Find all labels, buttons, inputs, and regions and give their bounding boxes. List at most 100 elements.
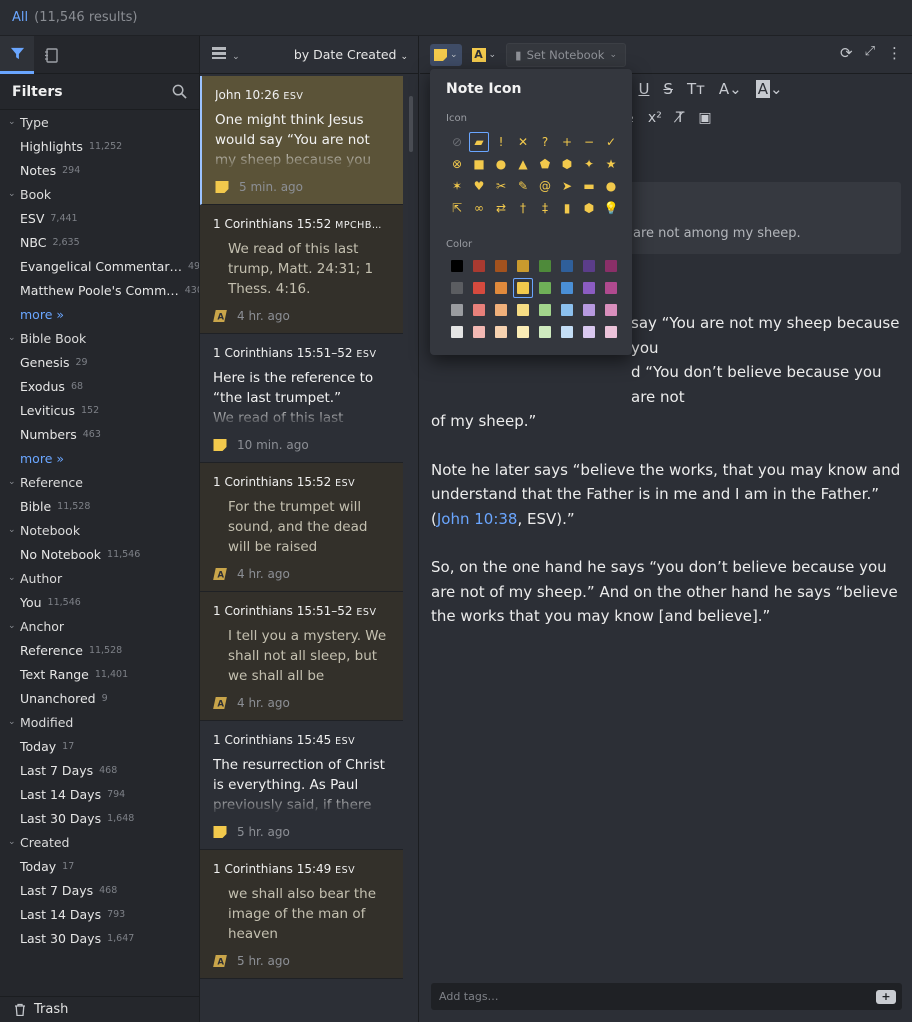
sparkle-icon[interactable]: ✦ [578, 153, 600, 175]
filter-group-header[interactable]: ⌄ Anchor [8, 614, 199, 638]
note-body[interactable]: say “You are not my sheep because you d … [431, 311, 903, 653]
filter-item[interactable]: Today 17 [8, 854, 199, 878]
color-swatch[interactable] [578, 255, 600, 277]
filter-group-header[interactable]: ⌄ Type [8, 110, 199, 134]
color-swatch[interactable] [490, 321, 512, 343]
filter-item[interactable]: Last 14 Days 794 [8, 782, 199, 806]
color-swatch[interactable] [534, 255, 556, 277]
color-swatch[interactable] [578, 321, 600, 343]
bulb-icon[interactable]: 💡 [600, 197, 622, 219]
filter-group-header[interactable]: ⌄ Created [8, 830, 199, 854]
minus-icon[interactable]: − [578, 131, 600, 153]
tag-icon[interactable]: ➤ [556, 175, 578, 197]
question-icon[interactable]: ? [534, 131, 556, 153]
superscript-icon[interactable]: x² [648, 110, 662, 126]
paperclip-icon[interactable]: @ [534, 175, 556, 197]
image-icon[interactable]: ▣ [698, 110, 711, 126]
filter-group-header[interactable]: ⌄ Notebook [8, 518, 199, 542]
list-scrollbar[interactable] [409, 96, 413, 152]
star-icon[interactable]: ★ [600, 153, 622, 175]
all-link[interactable]: All [12, 10, 28, 25]
filter-item[interactable]: Last 7 Days 468 [8, 758, 199, 782]
highlight-style-button[interactable]: A ⌄ [468, 44, 501, 66]
filter-group-header[interactable]: ⌄ Author [8, 566, 199, 590]
color-swatch[interactable] [468, 277, 490, 299]
color-swatch[interactable] [490, 277, 512, 299]
more-icon[interactable]: ⋮ [887, 44, 902, 62]
color-swatch[interactable] [556, 255, 578, 277]
color-swatch[interactable] [512, 277, 534, 299]
filter-item[interactable]: Last 7 Days 468 [8, 878, 199, 902]
color-swatch[interactable] [600, 321, 622, 343]
filter-item[interactable]: Today 17 [8, 734, 199, 758]
external-icon[interactable]: ⇱ [446, 197, 468, 219]
pencil-icon[interactable]: ✎ [512, 175, 534, 197]
filter-item[interactable]: You 11,546 [8, 590, 199, 614]
color-swatch[interactable] [600, 255, 622, 277]
clear-format-icon[interactable]: T̸ [676, 110, 685, 126]
filter-group-header[interactable]: ⌄ Modified [8, 710, 199, 734]
filter-item[interactable]: Last 30 Days 1,647 [8, 926, 199, 950]
double-dagger-icon[interactable]: ‡ [534, 197, 556, 219]
check-icon[interactable]: ✓ [600, 131, 622, 153]
underline-icon[interactable]: U [638, 80, 649, 98]
color-swatch[interactable] [490, 255, 512, 277]
search-icon[interactable] [172, 84, 187, 99]
filter-item[interactable]: ESV 7,441 [8, 206, 199, 230]
hexagon-icon[interactable]: ⬢ [556, 153, 578, 175]
pentagon-icon[interactable]: ⬟ [534, 153, 556, 175]
color-swatch[interactable] [446, 277, 468, 299]
page-icon[interactable]: ▮ [556, 197, 578, 219]
color-swatch[interactable] [512, 321, 534, 343]
note-icon[interactable]: ▰ [468, 131, 490, 153]
link-icon[interactable]: ∞ [468, 197, 490, 219]
triangle-icon[interactable]: ▲ [512, 153, 534, 175]
color-swatch[interactable] [534, 299, 556, 321]
note-card[interactable]: 1 Corinthians 15:51–52 ESV Here is the re… [200, 334, 403, 463]
swap-icon[interactable]: ⇄ [490, 197, 512, 219]
note-card[interactable]: 1 Corinthians 15:45 ESV The resurrection … [200, 721, 403, 850]
color-swatch[interactable] [556, 299, 578, 321]
color-swatch[interactable] [468, 299, 490, 321]
burst-icon[interactable]: ✶ [446, 175, 468, 197]
exclaim-icon[interactable]: ! [490, 131, 512, 153]
circle-icon[interactable]: ● [490, 153, 512, 175]
filter-item[interactable]: Highlights 11,252 [8, 134, 199, 158]
text-size-icon[interactable]: Tт [687, 80, 705, 98]
comment-icon[interactable]: ▬ [578, 175, 600, 197]
color-swatch[interactable] [600, 277, 622, 299]
sync-icon[interactable]: ⟳ [840, 44, 853, 62]
color-swatch[interactable] [490, 299, 512, 321]
color-swatch[interactable] [534, 277, 556, 299]
color-swatch[interactable] [578, 277, 600, 299]
trash-button[interactable]: Trash [0, 996, 199, 1022]
filter-item[interactable]: Text Range 11,401 [8, 662, 199, 686]
times-icon[interactable]: ✕ [512, 131, 534, 153]
ban-icon[interactable]: ⊘ [446, 131, 468, 153]
bible-reference-link[interactable]: John 10:38 [437, 510, 518, 528]
note-card[interactable]: 1 Corinthians 15:52 MPCHB… We read of thi… [200, 205, 403, 334]
filter-item[interactable]: Numbers 463 [8, 422, 199, 446]
heart-icon[interactable]: ♥ [468, 175, 490, 197]
filter-item[interactable]: Genesis 29 [8, 350, 199, 374]
note-card[interactable]: 1 Corinthians 15:52 ESV For the trumpet w… [200, 463, 403, 592]
filter-item[interactable]: NBC 2,635 [8, 230, 199, 254]
notebooks-tab[interactable] [34, 36, 68, 74]
color-swatch[interactable] [534, 321, 556, 343]
strikethrough-icon[interactable]: S [663, 80, 673, 98]
plus-icon[interactable]: + [556, 131, 578, 153]
filter-item[interactable]: Unanchored 9 [8, 686, 199, 710]
filter-group-header[interactable]: ⌄ Reference [8, 470, 199, 494]
color-swatch[interactable] [600, 299, 622, 321]
color-swatch[interactable] [446, 299, 468, 321]
filter-item[interactable]: No Notebook 11,546 [8, 542, 199, 566]
note-icon-button[interactable]: ⌄ [430, 43, 462, 66]
tags-field[interactable]: Add tags… + [431, 983, 902, 1010]
filter-group-header[interactable]: ⌄ Book [8, 182, 199, 206]
color-swatch[interactable] [556, 321, 578, 343]
color-swatch[interactable] [512, 255, 534, 277]
more-link[interactable]: more » [8, 446, 199, 470]
scissors-icon[interactable]: ✂ [490, 175, 512, 197]
color-swatch[interactable] [578, 299, 600, 321]
view-mode-button[interactable]: ⌄ [212, 46, 240, 63]
